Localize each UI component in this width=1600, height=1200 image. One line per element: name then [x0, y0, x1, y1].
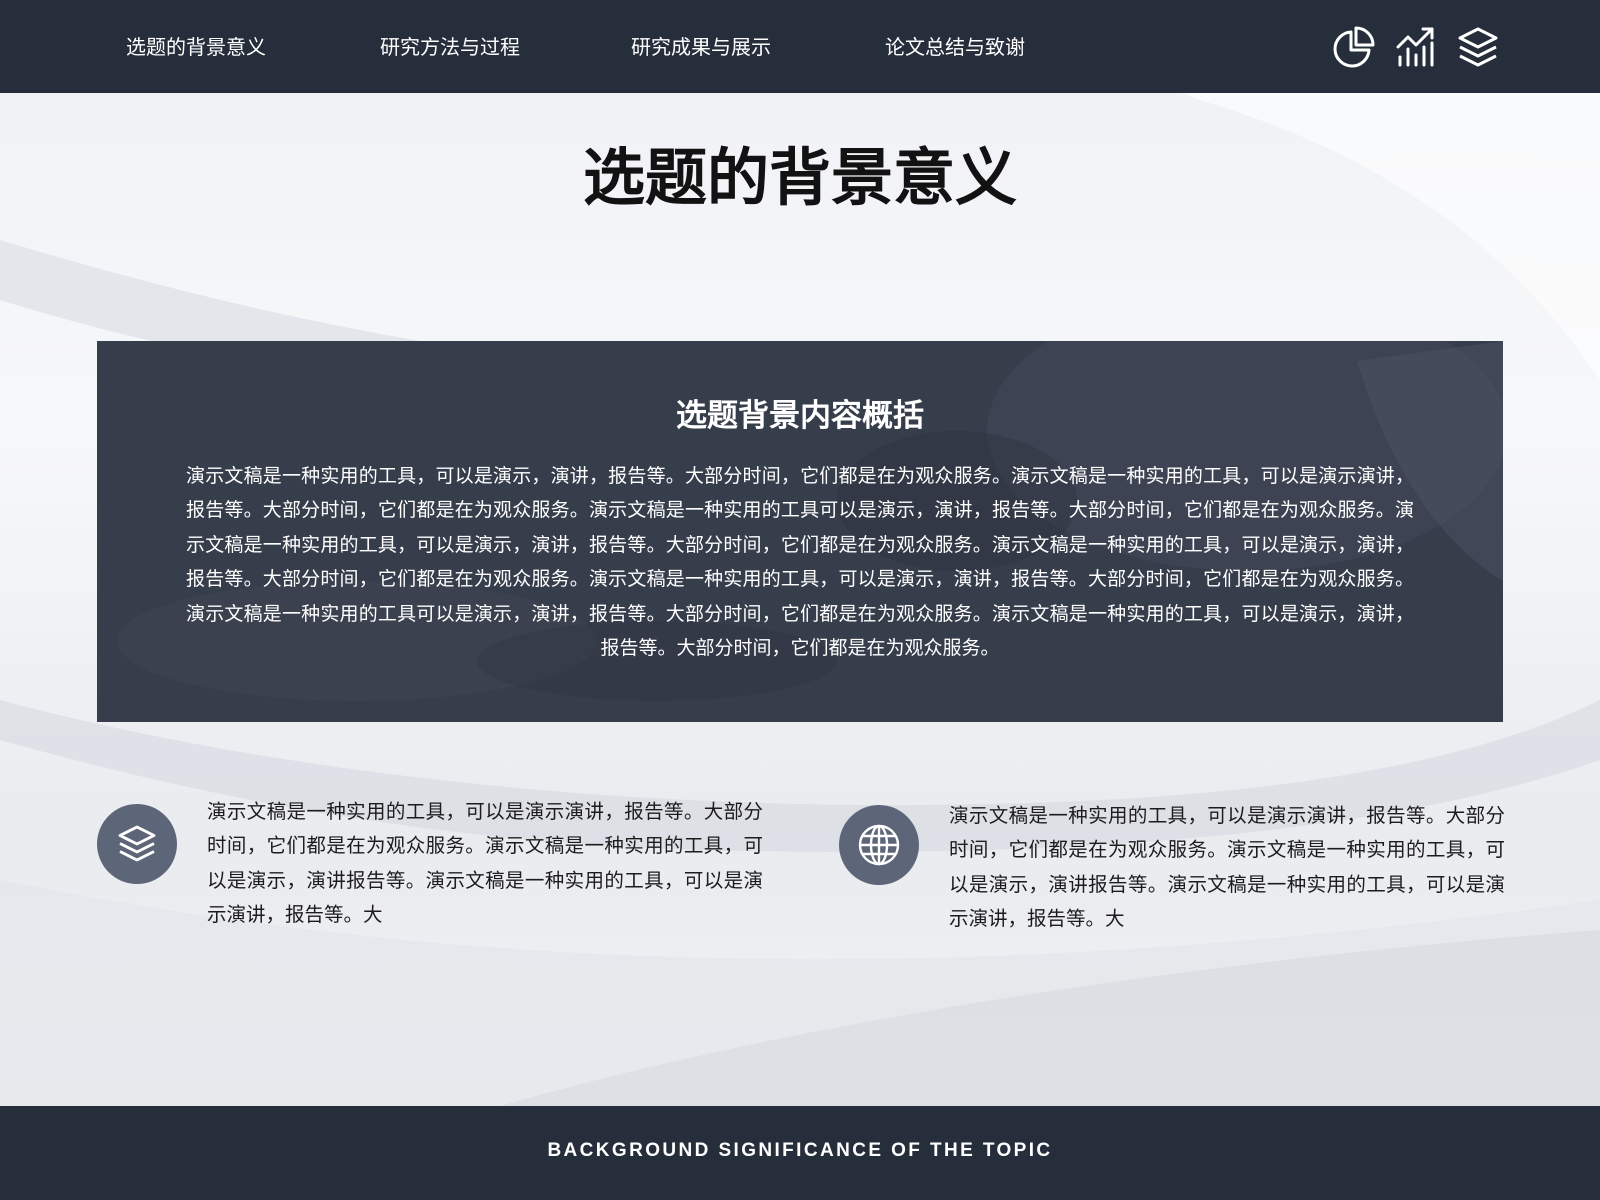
panel-body-text: 演示文稿是一种实用的工具，可以是演示，演讲，报告等。大部分时间，它们都是在为观众… [186, 465, 1414, 660]
feature-globe-badge [839, 805, 919, 885]
nav-item-methods[interactable]: 研究方法与过程 [380, 31, 520, 63]
footer-caption: BACKGROUND SIGNIFICANCE OF THE TOPIC [547, 1140, 1053, 1161]
nav-item-summary[interactable]: 论文总结与致谢 [885, 31, 1025, 63]
feature-layers-badge [97, 804, 177, 884]
nav-item-background[interactable]: 选题的背景意义 [126, 31, 266, 63]
pie-chart-icon[interactable] [1332, 25, 1376, 69]
panel-title: 选题背景内容概括 [676, 398, 924, 434]
feature-text-1: 演示文稿是一种实用的工具，可以是演示演讲，报告等。大部分时间，它们都是在为观众服… [207, 800, 763, 927]
top-nav-bar: 选题的背景意义 研究方法与过程 研究成果与展示 论文总结与致谢 [0, 0, 1600, 93]
layers-icon[interactable] [1456, 25, 1500, 69]
globe-icon [858, 824, 900, 866]
page-title: 选题的背景意义 [582, 141, 1017, 214]
growth-chart-icon[interactable] [1394, 25, 1438, 69]
summary-panel: 选题背景内容概括 演示文稿是一种实用的工具，可以是演示，演讲，报告等。大部分时间… [97, 341, 1503, 722]
footer-bar: BACKGROUND SIGNIFICANCE OF THE TOPIC [0, 1106, 1600, 1200]
layers-icon [118, 825, 156, 862]
feature-text-2: 演示文稿是一种实用的工具，可以是演示演讲，报告等。大部分时间，它们都是在为观众服… [949, 804, 1505, 931]
nav-item-results[interactable]: 研究成果与展示 [631, 31, 771, 63]
